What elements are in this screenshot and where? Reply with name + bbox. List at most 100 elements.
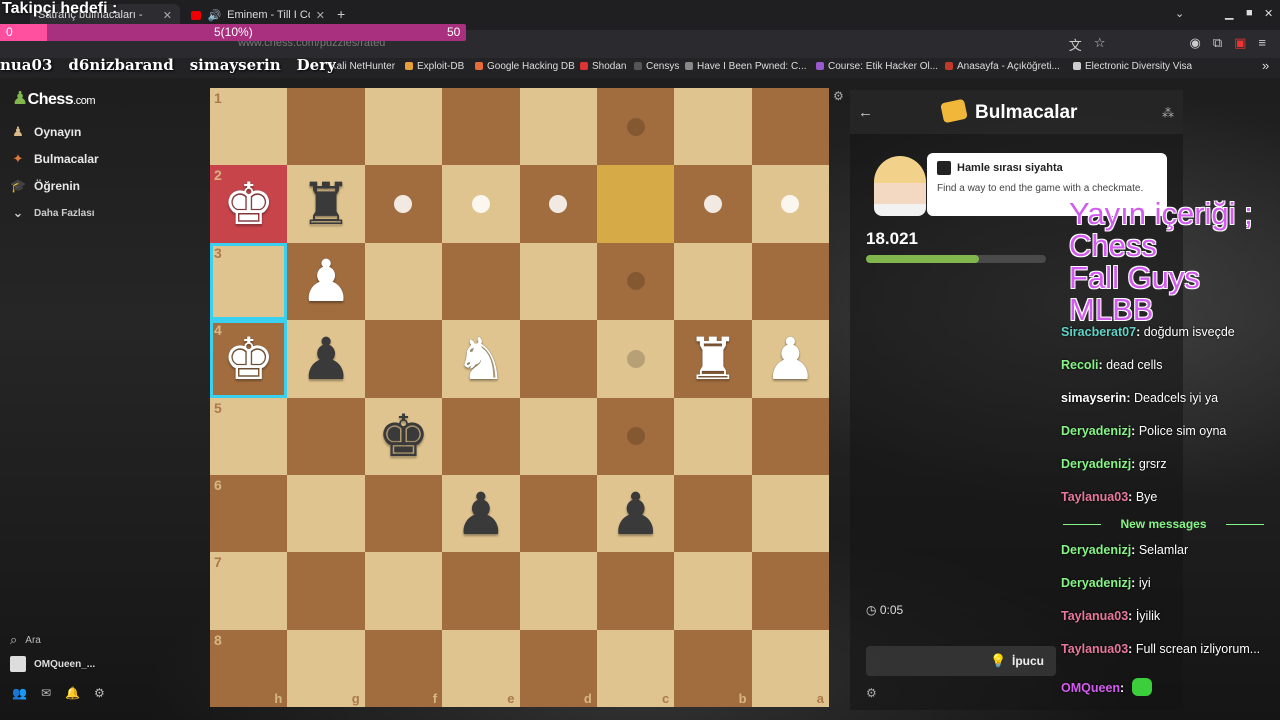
move-hint-dot[interactable] xyxy=(626,427,645,446)
square-a6[interactable] xyxy=(751,474,829,553)
square-d1[interactable] xyxy=(519,88,597,166)
square-e8[interactable]: e xyxy=(442,629,520,707)
account-icon[interactable]: ◉ xyxy=(1189,35,1200,54)
translate-icon[interactable]: 文 xyxy=(1069,35,1082,54)
sidebar-item-more[interactable]: ⌄ Daha Fazlası xyxy=(10,205,95,221)
square-c4[interactable] xyxy=(596,320,675,398)
square-g6[interactable] xyxy=(287,474,365,553)
move-hint-dot[interactable] xyxy=(549,195,568,214)
white-piece[interactable]: ♞ xyxy=(455,330,507,388)
sidebar-item-learn[interactable]: 🎓 Öğrenin xyxy=(10,178,80,194)
panel-settings-icon[interactable]: ⁂ xyxy=(1162,106,1174,120)
square-h4[interactable]: 4 ♚ xyxy=(210,320,288,398)
square-d8[interactable]: d xyxy=(519,629,597,707)
bookmark-google-hacking-db[interactable]: Google Hacking DB xyxy=(475,61,575,72)
close-window-icon[interactable]: ✕ xyxy=(1264,7,1273,20)
square-b8[interactable]: b xyxy=(674,629,752,707)
black-piece[interactable]: ♟ xyxy=(455,485,507,543)
bookmark-hibp[interactable]: Have I Been Pwned: C... xyxy=(685,61,807,72)
square-h2[interactable]: 2 ♚ xyxy=(210,165,288,243)
extensions-icon[interactable]: ⧉ xyxy=(1213,35,1222,54)
square-d6[interactable] xyxy=(519,474,597,553)
white-piece[interactable]: ♟ xyxy=(764,330,816,388)
chess-com-logo[interactable]: ♟Chess.com xyxy=(12,88,96,109)
sidebar-profile[interactable]: OMQueen_... xyxy=(10,656,95,672)
square-f2[interactable] xyxy=(364,165,443,243)
black-piece[interactable]: ♜ xyxy=(300,175,352,233)
messages-icon[interactable]: ✉ xyxy=(41,686,51,700)
square-g4[interactable]: ♟ xyxy=(287,320,365,398)
white-piece[interactable]: ♚ xyxy=(223,330,275,388)
square-g7[interactable] xyxy=(287,552,365,630)
sidebar-search[interactable]: ⌕ Ara xyxy=(10,632,41,648)
square-e5[interactable] xyxy=(442,397,520,475)
bookmark-star-icon[interactable]: ☆ xyxy=(1094,35,1106,54)
panel-gear-icon[interactable]: ⚙ xyxy=(866,686,877,700)
square-h1[interactable]: 1 xyxy=(210,88,288,166)
move-hint-dot[interactable] xyxy=(471,195,490,214)
square-g2[interactable]: ♜ xyxy=(287,165,365,243)
square-e1[interactable] xyxy=(442,88,520,166)
notifications-icon[interactable]: 🔔 xyxy=(65,686,80,700)
white-piece[interactable]: ♟ xyxy=(300,252,352,310)
square-f4[interactable] xyxy=(364,320,443,398)
back-arrow-icon[interactable]: ← xyxy=(858,104,873,121)
square-h6[interactable]: 6 xyxy=(210,474,288,553)
menu-icon[interactable]: ≡ xyxy=(1258,35,1266,54)
square-c7[interactable] xyxy=(596,552,675,630)
square-f7[interactable] xyxy=(364,552,443,630)
square-e2[interactable] xyxy=(442,165,520,243)
board-settings-icon[interactable]: ⚙ xyxy=(833,89,844,103)
bookmark-course[interactable]: Course: Etik Hacker Ol... xyxy=(816,61,938,72)
chess-board[interactable]: 1 2 ♚ ♜ 3 ♟ 4 ♚ ♟ ♞ ♜ ♟ 5 ♚ 6 ♟ ♟ 7 8 h g f e d c b a xyxy=(210,88,829,707)
move-hint-dot[interactable] xyxy=(703,195,722,214)
square-c8[interactable]: c xyxy=(596,629,675,707)
square-b2[interactable] xyxy=(674,165,752,243)
white-piece[interactable]: ♚ xyxy=(223,175,275,233)
square-d7[interactable] xyxy=(519,552,597,630)
bookmark-kali-nethunter[interactable]: Kali NetHunter xyxy=(330,61,395,72)
square-d2[interactable] xyxy=(519,165,597,243)
sidebar-item-play[interactable]: ♟ Oynayın xyxy=(10,124,81,140)
square-b6[interactable] xyxy=(674,474,752,553)
bookmark-dv[interactable]: Electronic Diversity Visa xyxy=(1073,61,1192,72)
square-c6[interactable]: ♟ xyxy=(596,474,675,553)
bookmark-anasayfa[interactable]: Anasayfa - Açıköğreti... xyxy=(945,61,1060,72)
square-f1[interactable] xyxy=(364,88,443,166)
black-piece[interactable]: ♚ xyxy=(377,407,429,465)
move-hint-dot[interactable] xyxy=(781,195,800,214)
square-b5[interactable] xyxy=(674,397,752,475)
square-g8[interactable]: g xyxy=(287,629,365,707)
bookmark-exploit-db[interactable]: Exploit-DB xyxy=(405,61,464,72)
tab-youtube[interactable]: 🔊 Eminem - Till I Collapse ✕ xyxy=(183,4,333,26)
minimize-icon[interactable]: ▁ xyxy=(1225,7,1233,20)
hint-button[interactable]: 💡 İpucu xyxy=(866,646,1056,676)
square-h5[interactable]: 5 xyxy=(210,397,288,475)
black-piece[interactable]: ♟ xyxy=(610,485,662,543)
more-bookmarks-icon[interactable]: » xyxy=(1262,58,1269,73)
square-b4[interactable]: ♜ xyxy=(674,320,752,398)
square-g5[interactable] xyxy=(287,397,365,475)
square-a8[interactable]: a xyxy=(751,629,829,707)
square-c3[interactable] xyxy=(596,242,675,321)
square-f5[interactable]: ♚ xyxy=(364,397,443,475)
square-f6[interactable] xyxy=(364,474,443,553)
square-f3[interactable] xyxy=(364,242,443,321)
settings-icon[interactable]: ⚙ xyxy=(94,686,105,700)
square-b3[interactable] xyxy=(674,242,752,321)
bookmark-censys[interactable]: Censys xyxy=(634,61,679,72)
square-f8[interactable]: f xyxy=(364,629,443,707)
square-h8[interactable]: 8h xyxy=(210,629,288,707)
black-piece[interactable]: ♟ xyxy=(300,330,352,388)
extension-badge-icon[interactable]: ▣ xyxy=(1234,35,1246,54)
square-h7[interactable]: 7 xyxy=(210,552,288,630)
square-d3[interactable] xyxy=(519,242,597,321)
square-g3[interactable]: ♟ xyxy=(287,242,365,321)
move-hint-dot[interactable] xyxy=(394,195,413,214)
move-hint-dot[interactable] xyxy=(626,272,645,291)
sidebar-item-puzzles[interactable]: ✦ Bulmacalar xyxy=(10,151,99,167)
square-a5[interactable] xyxy=(751,397,829,475)
move-hint-dot[interactable] xyxy=(626,117,645,136)
square-a4[interactable]: ♟ xyxy=(751,320,829,398)
square-e6[interactable]: ♟ xyxy=(442,474,520,553)
